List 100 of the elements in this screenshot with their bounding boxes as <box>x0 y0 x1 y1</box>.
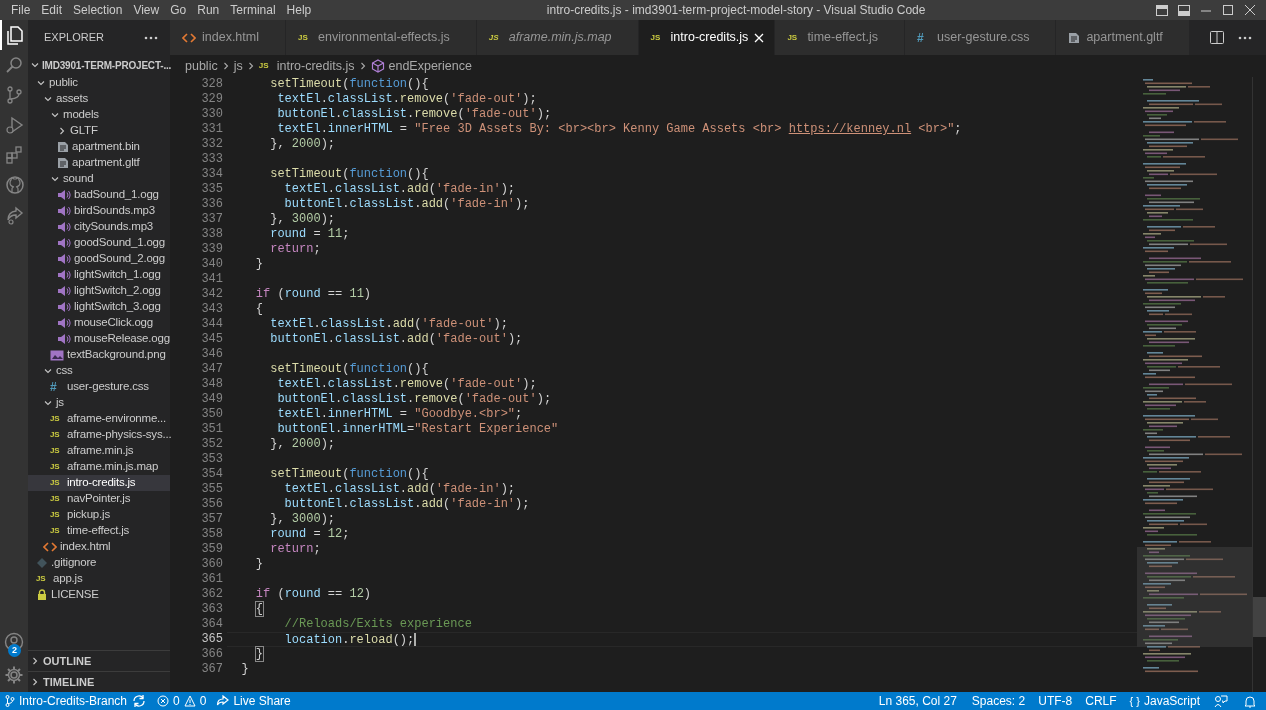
maximize-icon[interactable] <box>1222 4 1234 16</box>
tree-row[interactable]: apartment.bin <box>28 139 170 155</box>
editor-tab[interactable]: index.html <box>170 20 286 55</box>
line-number: 332 <box>200 137 224 152</box>
tree-row[interactable]: lightSwitch_1.ogg <box>28 267 170 283</box>
chevron-down-icon[interactable] <box>30 60 40 70</box>
tree-row[interactable]: JS aframe.min.js.map <box>28 459 170 475</box>
menu-item[interactable]: Edit <box>36 1 68 19</box>
run-debug-icon[interactable] <box>5 115 25 135</box>
breadcrumb-item[interactable]: public <box>182 56 221 76</box>
more-icon[interactable] <box>144 35 158 40</box>
code-line: buttonEl.classList.remove('fade-out'); <box>276 392 552 407</box>
menu-item[interactable]: Selection <box>68 1 128 19</box>
tree-row[interactable]: lightSwitch_3.ogg <box>28 299 170 315</box>
scrollbar-thumb[interactable] <box>1253 597 1266 637</box>
tree-row[interactable]: badSound_1.ogg <box>28 187 170 203</box>
chevron-down-icon[interactable] <box>43 366 53 376</box>
chevron-down-icon[interactable] <box>43 398 53 408</box>
tree-row[interactable]: .gitignore <box>28 555 170 571</box>
editor-tab[interactable]: JS time-effect.js <box>775 20 905 55</box>
tree-row[interactable]: JS pickup.js <box>28 507 170 523</box>
sync-icon[interactable] <box>132 695 147 707</box>
extensions-icon[interactable] <box>5 145 25 165</box>
tree-row[interactable]: JS app.js <box>28 571 170 587</box>
folder-tree-row[interactable]: public <box>28 75 170 91</box>
project-header[interactable]: IMD3901-TERM-PROJECT-... <box>28 55 170 75</box>
live-share-button[interactable]: Live Share <box>211 692 296 710</box>
menu-item[interactable]: Terminal <box>225 1 281 19</box>
tree-row[interactable]: JS navPointer.js <box>28 491 170 507</box>
tree-row[interactable]: mouseClick.ogg <box>28 315 170 331</box>
chevron-right-icon[interactable] <box>30 656 40 666</box>
chevron-right-icon[interactable] <box>30 677 40 687</box>
code-line: textEl.classList.remove('fade-out'); <box>276 92 537 107</box>
folder-tree-row[interactable]: models <box>28 107 170 123</box>
tree-row[interactable]: mouseRelease.ogg <box>28 331 170 347</box>
js-file-icon: JS <box>50 495 64 503</box>
tree-row[interactable]: goodSound_1.ogg <box>28 235 170 251</box>
cursor-position[interactable]: Ln 365, Col 27 <box>873 692 967 710</box>
breadcrumb-item[interactable]: endExperience <box>367 56 475 76</box>
language-button[interactable]: { } JavaScript <box>1124 692 1208 710</box>
indentation-button[interactable]: Spaces: 2 <box>966 692 1034 710</box>
layout-icon[interactable] <box>1156 4 1168 16</box>
js-file-icon: JS <box>50 447 64 455</box>
layout-icon[interactable] <box>1178 4 1190 16</box>
menu-item[interactable]: Go <box>165 1 192 19</box>
line-number: 364 <box>200 617 224 632</box>
speaker-icon <box>57 334 71 344</box>
line-ending-button[interactable]: CRLF <box>1080 692 1125 710</box>
editor-tab[interactable]: # user-gesture.css <box>905 20 1057 55</box>
tree-row[interactable]: JS aframe-environme... <box>28 411 170 427</box>
close-icon[interactable] <box>1244 4 1256 16</box>
chevron-right-icon[interactable] <box>57 126 67 136</box>
menu-item[interactable]: Help <box>281 1 317 19</box>
tree-row[interactable]: JS aframe.min.js <box>28 443 170 459</box>
chevron-down-icon[interactable] <box>50 174 60 184</box>
section-header[interactable]: OUTLINE <box>28 650 170 671</box>
folder-tree-row[interactable]: GLTF <box>28 123 170 139</box>
share-arrow-icon[interactable] <box>5 205 25 225</box>
folder-tree-row[interactable]: js <box>28 395 170 411</box>
problems-button[interactable]: 0 0 <box>152 692 212 710</box>
tree-row[interactable]: JS aframe-physics-sys... <box>28 427 170 443</box>
tree-row[interactable]: citySounds.mp3 <box>28 219 170 235</box>
feedback-icon[interactable] <box>1214 694 1228 708</box>
breadcrumb-item[interactable]: JS intro-credits.js <box>255 56 358 76</box>
code-line: return; <box>269 542 321 557</box>
editor-tab[interactable]: JS intro-credits.js <box>638 20 776 55</box>
tree-row[interactable]: textBackground.png <box>28 347 170 363</box>
code-line: buttonEl.innerHTML="Restart Experience" <box>276 422 559 437</box>
image-file-icon <box>50 349 64 361</box>
more-icon[interactable] <box>1238 35 1252 40</box>
breadcrumb-item[interactable]: js <box>230 56 246 76</box>
code-line: setTimeout(function(){ <box>269 167 429 182</box>
tree-row[interactable]: index.html <box>28 539 170 555</box>
branch-icon[interactable] <box>5 85 25 105</box>
menu-item[interactable]: View <box>128 1 165 19</box>
folder-tree-row[interactable]: css <box>28 363 170 379</box>
split-editor-icon[interactable] <box>1210 31 1224 44</box>
code-line: { <box>254 302 263 317</box>
folder-tree-row[interactable]: assets <box>28 91 170 107</box>
tree-row[interactable]: JS intro-credits.js <box>28 475 170 491</box>
branch-button[interactable]: Intro-Credits-Branch <box>0 692 133 710</box>
tree-row[interactable]: JS time-effect.js <box>28 523 170 539</box>
files-icon[interactable] <box>5 25 25 45</box>
editor-tab[interactable]: apartment.gltf <box>1056 20 1190 55</box>
editor-tab[interactable]: JS aframe.min.js.map <box>476 20 639 55</box>
menu-item[interactable]: Run <box>192 1 225 19</box>
tree-row[interactable]: # user-gesture.css <box>28 379 170 395</box>
tree-row[interactable]: apartment.gltf <box>28 155 170 171</box>
tree-row[interactable]: birdSounds.mp3 <box>28 203 170 219</box>
speaker-icon <box>57 270 71 280</box>
bell-icon[interactable] <box>1244 694 1256 708</box>
settings-icon[interactable] <box>4 665 24 685</box>
folder-tree-row[interactable]: sound <box>28 171 170 187</box>
encoding-button[interactable]: UTF-8 <box>1033 692 1081 710</box>
tree-row[interactable]: lightSwitch_2.ogg <box>28 283 170 299</box>
menu-item[interactable]: File <box>6 1 36 19</box>
tree-row[interactable]: goodSound_2.ogg <box>28 251 170 267</box>
search-icon[interactable] <box>5 55 25 75</box>
editor-tab[interactable]: JS environmental-effects.js <box>286 20 477 55</box>
tree-row[interactable]: LICENSE <box>28 587 170 603</box>
